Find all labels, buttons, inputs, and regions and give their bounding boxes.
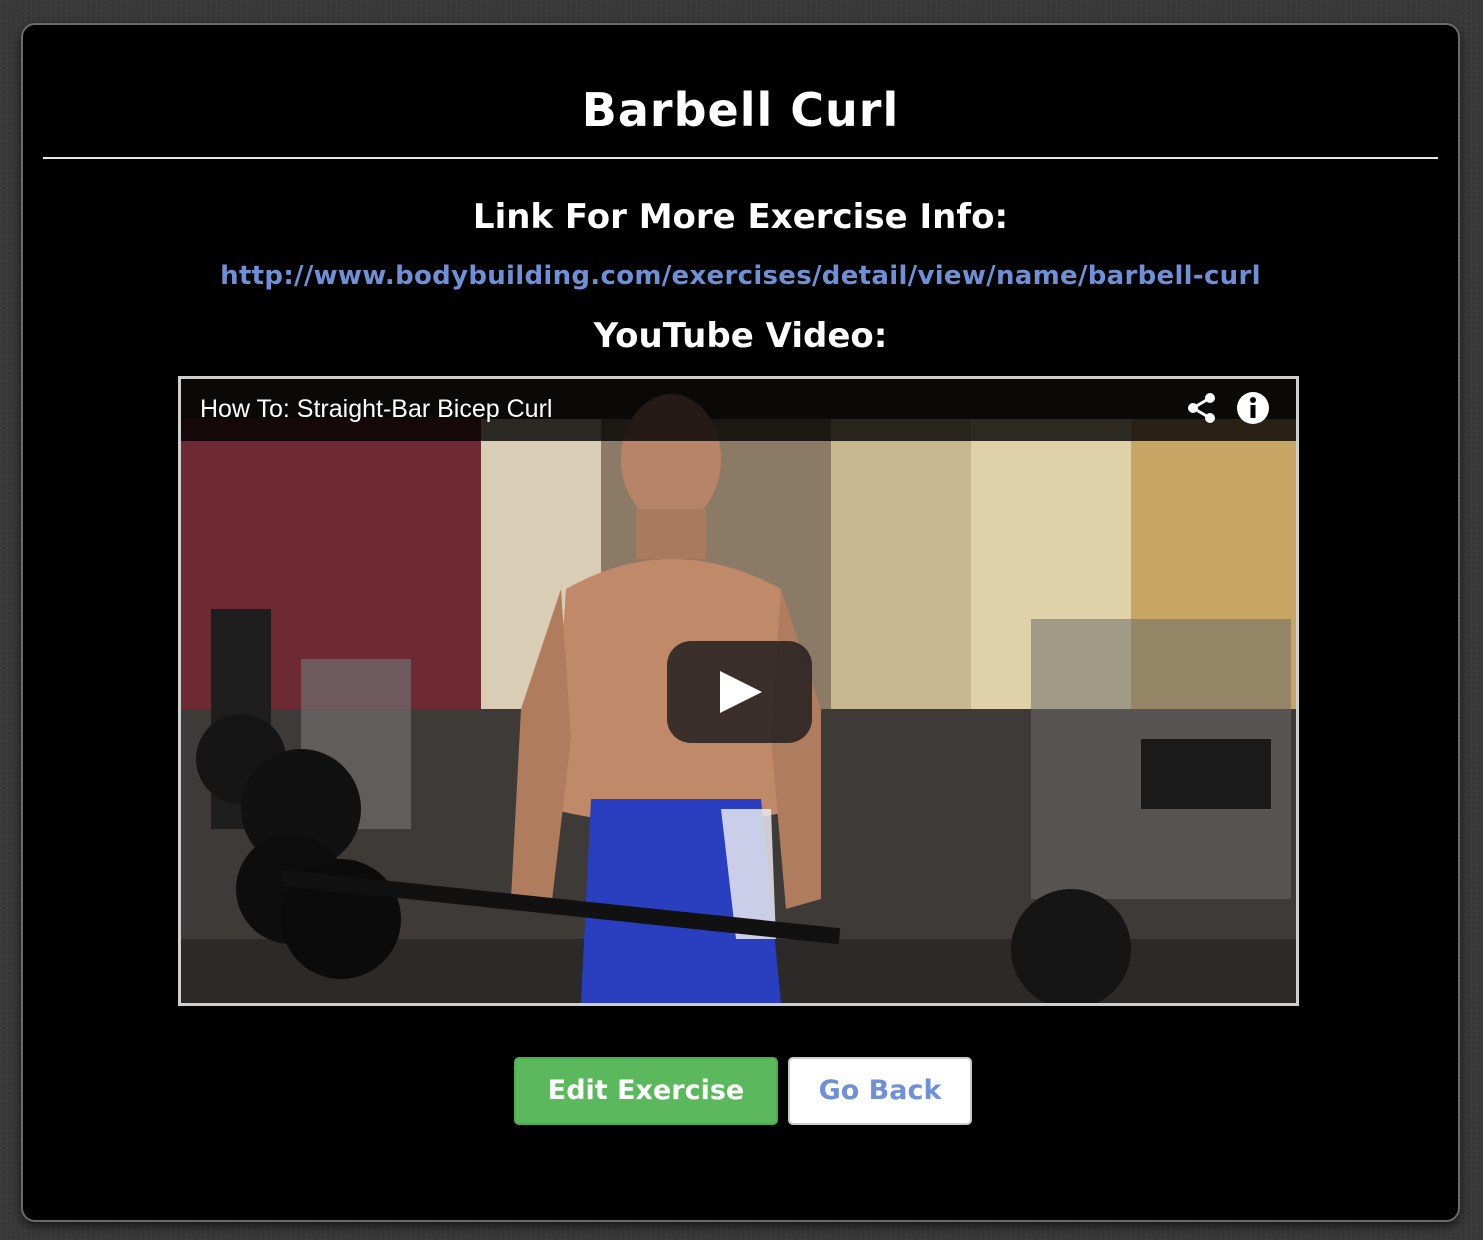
- title-divider: [43, 157, 1438, 159]
- play-button[interactable]: [667, 641, 812, 743]
- youtube-video-player[interactable]: How To: Straight-Bar Bicep Curl: [178, 376, 1299, 1006]
- exercise-info-link[interactable]: http://www.bodybuilding.com/exercises/de…: [23, 261, 1458, 291]
- video-title[interactable]: How To: Straight-Bar Bicep Curl: [200, 395, 552, 424]
- page-title: Barbell Curl: [581, 83, 900, 137]
- share-icon[interactable]: [1186, 392, 1218, 424]
- info-icon[interactable]: [1236, 391, 1270, 425]
- video-heading: YouTube Video:: [593, 316, 888, 356]
- info-heading: Link For More Exercise Info:: [472, 197, 1009, 237]
- go-back-button[interactable]: Go Back: [788, 1057, 972, 1125]
- exercise-detail-card: Barbell Curl Link For More Exercise Info…: [21, 23, 1460, 1222]
- edit-exercise-button[interactable]: Edit Exercise: [514, 1057, 778, 1125]
- play-icon: [720, 671, 762, 713]
- video-title-bar: How To: Straight-Bar Bicep Curl: [181, 379, 1296, 441]
